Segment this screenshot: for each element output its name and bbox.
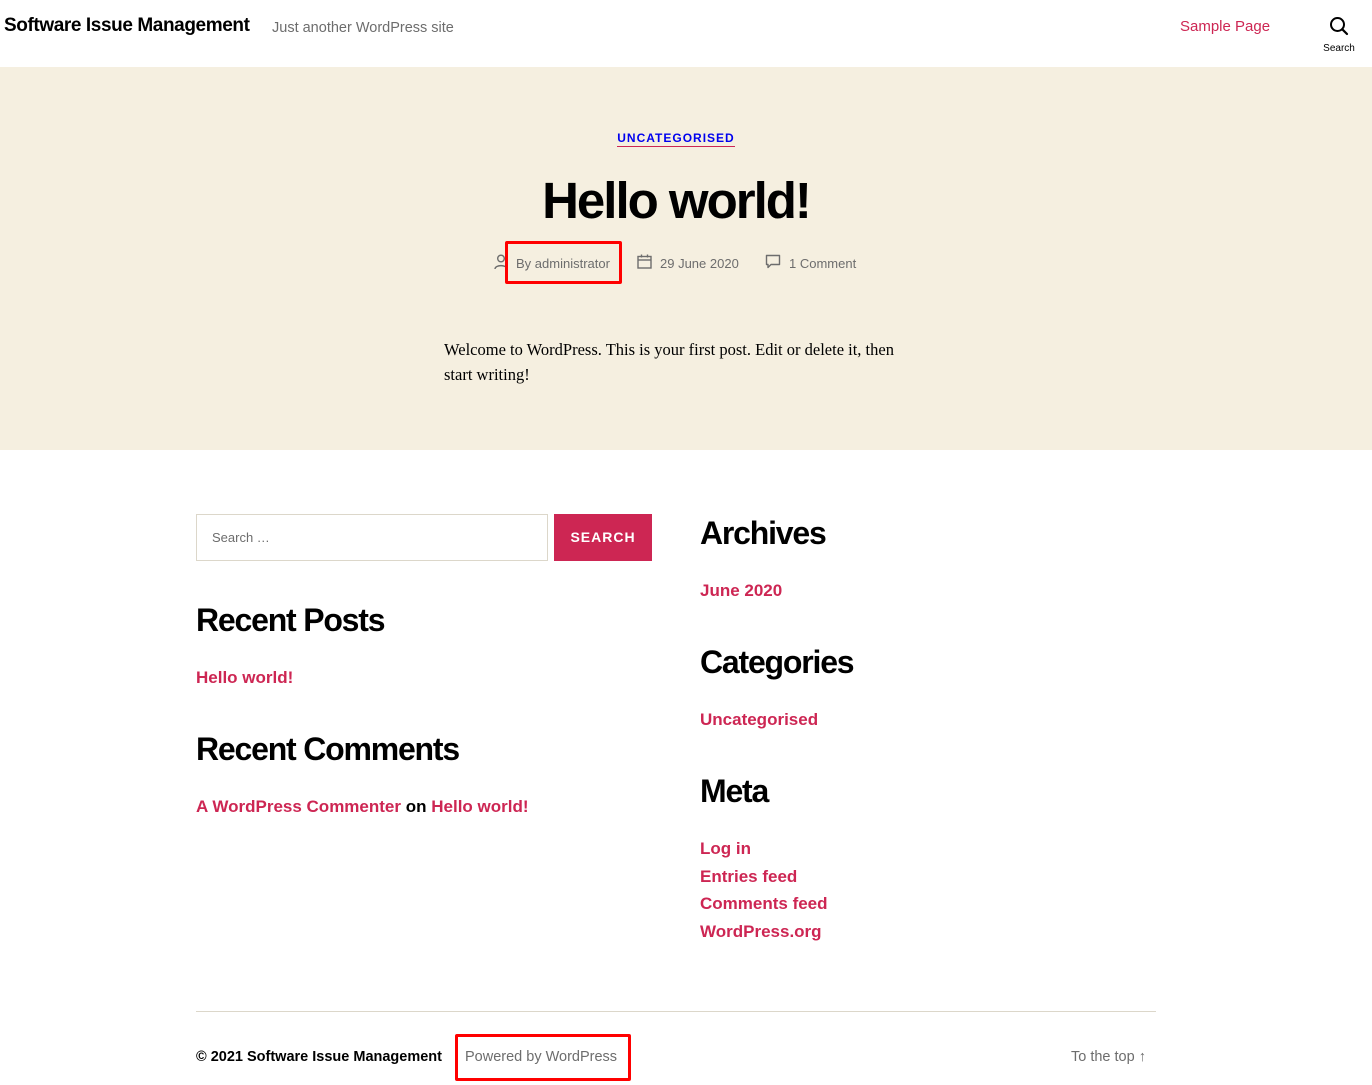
powered-by-highlight-box — [455, 1034, 631, 1081]
recent-posts-title: Recent Posts — [196, 602, 386, 638]
category-link-uncategorised[interactable]: UNCATEGORISED — [617, 131, 735, 147]
category-label: UNCATEGORISED — [617, 131, 735, 147]
post-title: Hello world! — [542, 172, 812, 229]
archive-link-june-2020[interactable]: June 2020 — [700, 581, 782, 601]
recent-comment-item: A WordPress Commenter on Hello world! — [196, 797, 529, 817]
site-title-link[interactable]: Software Issue Management — [4, 15, 250, 37]
meta-link-wordpress-org[interactable]: WordPress.org — [700, 922, 822, 942]
author-highlight-box — [505, 241, 622, 284]
recent-comments-title: Recent Comments — [196, 731, 460, 767]
search-toggle-button[interactable]: Search — [1318, 16, 1360, 58]
meta-link-comments-feed[interactable]: Comments feed — [700, 894, 828, 914]
meta-link-entries-feed[interactable]: Entries feed — [700, 867, 797, 887]
categories-title: Categories — [700, 644, 855, 680]
site-description: Just another WordPress site — [272, 20, 454, 36]
search-toggle-label: Search — [1323, 43, 1355, 54]
footer-divider — [196, 1011, 1156, 1012]
comment-author-link[interactable]: A WordPress Commenter — [196, 797, 401, 816]
meta-link-log-in[interactable]: Log in — [700, 839, 751, 859]
comments-link[interactable]: 1 Comment — [789, 256, 856, 271]
to-the-top-link[interactable]: To the top ↑ — [1071, 1049, 1146, 1065]
post-category: UNCATEGORISED — [0, 131, 1352, 147]
archives-title: Archives — [700, 515, 827, 551]
date-link[interactable]: 29 June 2020 — [660, 256, 739, 271]
search-input[interactable]: Search … — [196, 514, 548, 561]
comment-bubble-icon — [765, 254, 789, 272]
recent-post-link[interactable]: Hello world! — [196, 668, 293, 688]
nav-link-sample-page[interactable]: Sample Page — [1180, 18, 1270, 35]
search-submit-button[interactable]: SEARCH — [554, 514, 652, 561]
post-comments: 1 Comment — [765, 254, 856, 272]
post-date: 29 June 2020 — [637, 254, 739, 272]
post-content: Welcome to WordPress. This is your first… — [444, 340, 894, 384]
search-icon — [1318, 16, 1360, 36]
post-hero: UNCATEGORISED Hello world! By administra… — [0, 67, 1372, 450]
comment-connector: on — [405, 797, 427, 816]
calendar-icon — [637, 254, 660, 272]
footer-copyright[interactable]: © 2021 Software Issue Management — [196, 1049, 442, 1065]
meta-title: Meta — [700, 773, 769, 809]
site-header: Software Issue Management Just another W… — [0, 0, 1372, 67]
category-link[interactable]: Uncategorised — [700, 710, 818, 730]
comment-post-link[interactable]: Hello world! — [431, 797, 528, 816]
